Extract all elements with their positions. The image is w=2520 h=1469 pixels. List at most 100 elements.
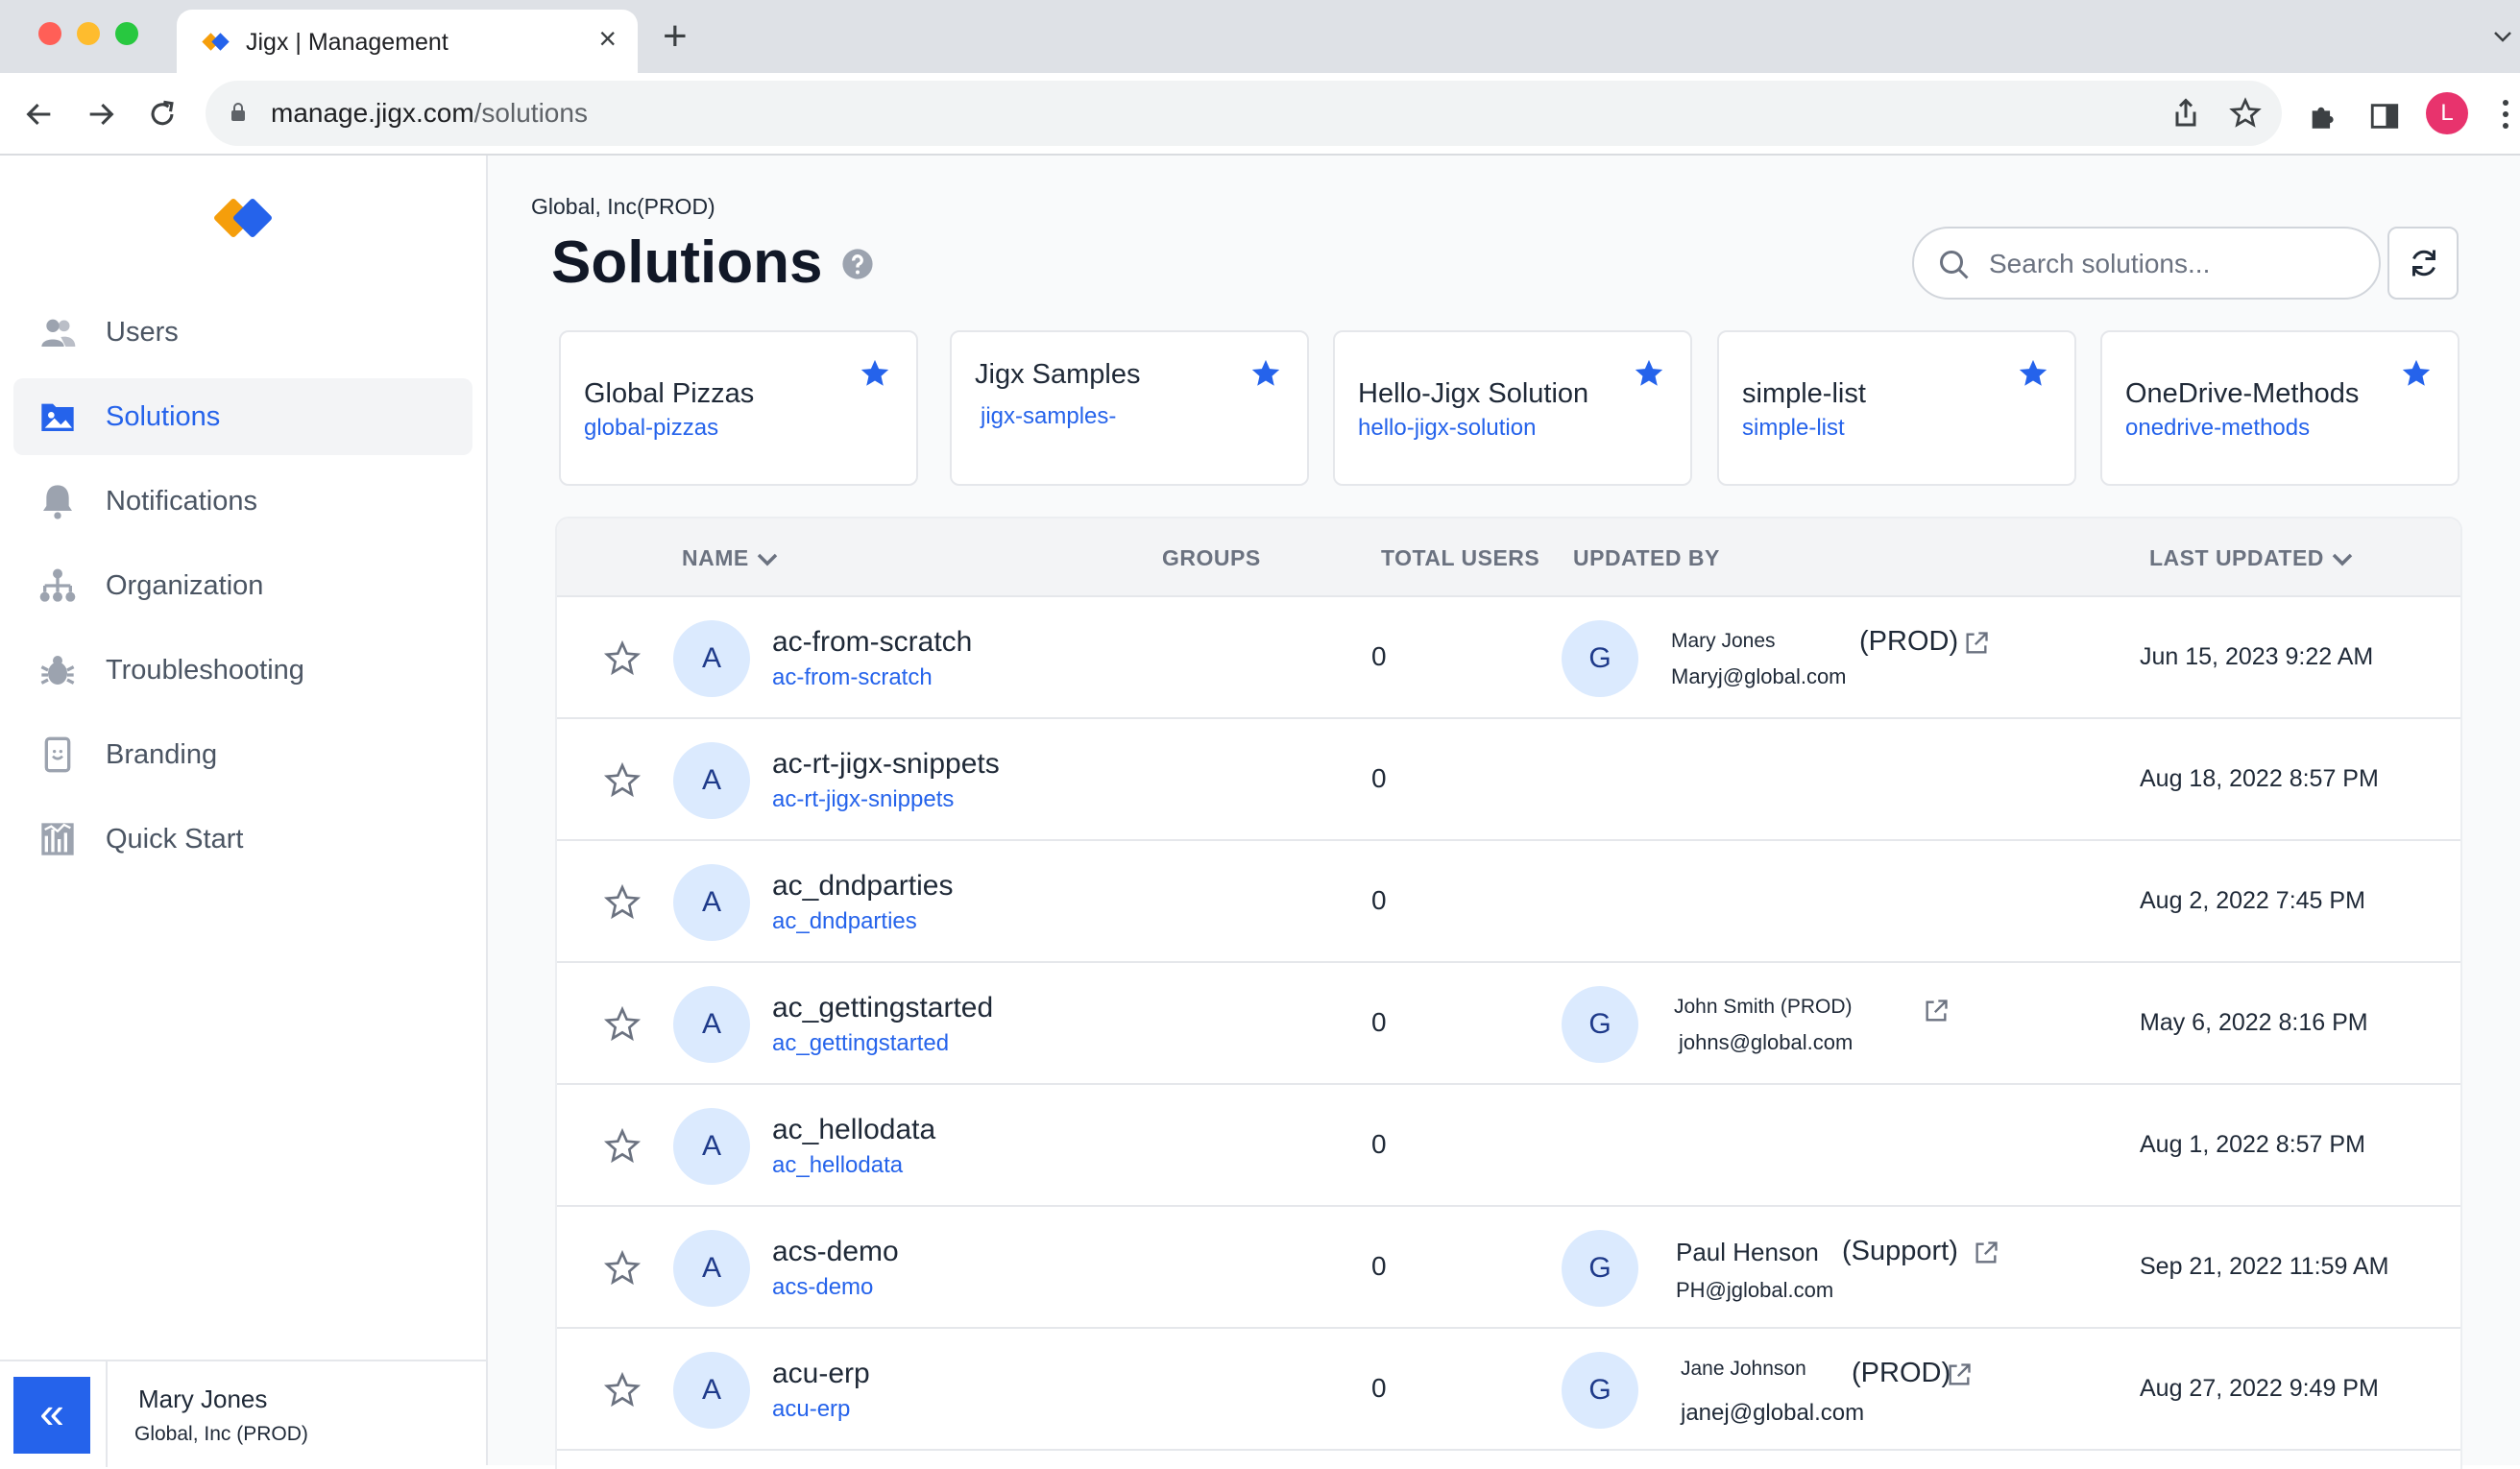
sidebar-item-solutions[interactable]: Solutions [13, 378, 472, 455]
favorite-slug[interactable]: jigx-samples- [981, 403, 1116, 430]
table-row[interactable]: A ac_dndparties ac_dndparties 0 Aug 2, 2… [557, 841, 2460, 963]
star-outline-icon[interactable] [603, 1005, 642, 1044]
solution-name[interactable]: acu-erp [772, 1358, 870, 1390]
maximize-window-button[interactable] [115, 22, 138, 45]
search-box[interactable] [1912, 227, 2381, 300]
search-input[interactable] [1989, 246, 2363, 282]
extensions-puzzle-icon[interactable] [2307, 100, 2339, 132]
updater-email: PH@jglobal.com [1676, 1278, 1834, 1302]
bookmark-star-icon[interactable] [2228, 96, 2263, 131]
updater-email: johns@global.com [1679, 1030, 1854, 1054]
solution-name[interactable]: ac_hellodata [772, 1114, 935, 1146]
close-window-button[interactable] [38, 22, 61, 45]
minimize-window-button[interactable] [77, 22, 100, 45]
refresh-icon [2412, 250, 2435, 277]
reload-icon[interactable] [146, 98, 179, 131]
star-outline-icon[interactable] [603, 1371, 642, 1409]
table-row[interactable]: A acs-demo acs-demo 0 G Paul Henson (Sup… [557, 1207, 2460, 1329]
solution-avatar: A [673, 986, 750, 1063]
refresh-button[interactable] [2387, 227, 2459, 300]
external-link-icon[interactable] [1946, 1361, 1973, 1388]
updater-tag: (PROD) [1859, 626, 1959, 657]
star-outline-icon[interactable] [603, 1127, 642, 1166]
solution-name[interactable]: ac_dndparties [772, 870, 953, 903]
table-row[interactable]: A ac-from-scratch ac-from-scratch 0 G Ma… [557, 597, 2460, 719]
table-row[interactable]: A ac_hellodata ac_hellodata 0 Aug 1, 202… [557, 1085, 2460, 1207]
favorite-star-icon[interactable] [2017, 357, 2049, 390]
solution-slug[interactable]: acu-erp [772, 1396, 850, 1423]
last-updated-value: Aug 27, 2022 9:49 PM [2140, 1375, 2379, 1402]
star-outline-icon[interactable] [603, 639, 642, 678]
sidebar: Users Solutions Notifications Organizati… [0, 156, 488, 1467]
total-users-value: 0 [1371, 1373, 1387, 1403]
favorite-star-icon[interactable] [1633, 357, 1665, 390]
search-icon [1940, 251, 1969, 279]
favorite-star-icon[interactable] [2400, 357, 2433, 390]
favorite-star-icon[interactable] [1249, 357, 1282, 390]
sidebar-item-branding[interactable]: Branding [13, 716, 472, 793]
solution-slug[interactable]: ac-from-scratch [772, 664, 933, 691]
solution-name[interactable]: ac-rt-jigx-snippets [772, 748, 1000, 781]
favorite-slug[interactable]: simple-list [1742, 415, 1845, 442]
favorite-star-icon[interactable] [859, 357, 891, 390]
updater-name: Paul Henson [1676, 1238, 1819, 1266]
favorite-slug[interactable]: global-pizzas [584, 415, 718, 442]
favorite-slug[interactable]: onedrive-methods [2125, 415, 2310, 442]
browser-tab[interactable]: Jigx | Management × [177, 10, 638, 73]
share-icon[interactable] [2169, 96, 2203, 131]
solution-name[interactable]: ac-from-scratch [772, 626, 972, 659]
column-header-last-updated[interactable]: LAST UPDATED [2149, 545, 2353, 571]
solution-slug[interactable]: ac_dndparties [772, 908, 917, 935]
collapse-sidebar-button[interactable]: « [13, 1377, 90, 1454]
total-users-value: 0 [1371, 1251, 1387, 1281]
solution-slug[interactable]: ac_gettingstarted [772, 1030, 949, 1057]
table-row[interactable]: A acu-erp acu-erp 0 G Jane Johnson (PROD… [557, 1329, 2460, 1451]
solution-slug[interactable]: ac-rt-jigx-snippets [772, 786, 954, 813]
sidebar-item-notifications[interactable]: Notifications [13, 463, 472, 540]
table-header: NAME GROUPS TOTAL USERS UPDATED BY LAST … [557, 518, 2460, 597]
column-header-groups: GROUPS [1162, 545, 1261, 570]
table-row[interactable]: A ac_gettingstarted ac_gettingstarted 0 … [557, 963, 2460, 1085]
favorite-solution-card[interactable]: Jigx Samples jigx-samples- [950, 330, 1309, 486]
favorite-name: Jigx Samples [975, 359, 1141, 390]
column-header-name[interactable]: NAME [682, 545, 778, 571]
browser-menu-icon[interactable] [2501, 98, 2510, 131]
solution-name[interactable]: ac_gettingstarted [772, 992, 993, 1024]
chevron-down-icon [757, 553, 777, 566]
solution-name[interactable]: acs-demo [772, 1236, 899, 1268]
table-row[interactable]: A ac-rt-jigx-snippets ac-rt-jigx-snippet… [557, 719, 2460, 841]
sidebar-item-users[interactable]: Users [13, 294, 472, 371]
sidebar-item-quick-start[interactable]: Quick Start [13, 801, 472, 878]
help-icon[interactable] [841, 248, 874, 280]
solution-slug[interactable]: ac_hellodata [772, 1152, 903, 1179]
forward-arrow-icon[interactable] [85, 98, 117, 131]
updater-avatar: G [1562, 986, 1638, 1063]
profile-avatar[interactable]: L [2426, 92, 2468, 134]
sidebar-item-troubleshooting[interactable]: Troubleshooting [13, 632, 472, 709]
back-arrow-icon[interactable] [23, 98, 56, 131]
external-link-icon[interactable] [1973, 1240, 1999, 1266]
favorite-solution-card[interactable]: Hello-Jigx Solution hello-jigx-solution [1333, 330, 1692, 486]
chevron-down-icon [2332, 553, 2353, 566]
favorite-solution-card[interactable]: Global Pizzas global-pizzas [559, 330, 918, 486]
star-outline-icon[interactable] [603, 883, 642, 922]
tab-search-chevron-icon[interactable] [2491, 25, 2514, 48]
star-outline-icon[interactable] [603, 761, 642, 800]
column-header-total-users: TOTAL USERS [1381, 545, 1540, 570]
tab-close-icon[interactable]: × [598, 23, 617, 54]
new-tab-button[interactable]: + [663, 15, 688, 58]
favorite-solution-card[interactable]: simple-list simple-list [1717, 330, 2076, 486]
updater-avatar: G [1562, 620, 1638, 697]
last-updated-value: Sep 21, 2022 11:59 AM [2140, 1253, 2389, 1280]
last-updated-value: Aug 1, 2022 8:57 PM [2140, 1131, 2365, 1158]
favorite-slug[interactable]: hello-jigx-solution [1358, 415, 1536, 442]
star-outline-icon[interactable] [603, 1249, 642, 1288]
favorite-solution-card[interactable]: OneDrive-Methods onedrive-methods [2100, 330, 2459, 486]
external-link-icon[interactable] [1923, 998, 1950, 1024]
sidebar-item-organization[interactable]: Organization [13, 547, 472, 624]
external-link-icon[interactable] [1963, 630, 1990, 657]
updater-email: Maryj@global.com [1671, 664, 1847, 688]
side-panel-icon[interactable] [2368, 100, 2401, 132]
address-bar[interactable]: manage.jigx.com/solutions [206, 81, 2282, 146]
solution-slug[interactable]: acs-demo [772, 1274, 873, 1301]
